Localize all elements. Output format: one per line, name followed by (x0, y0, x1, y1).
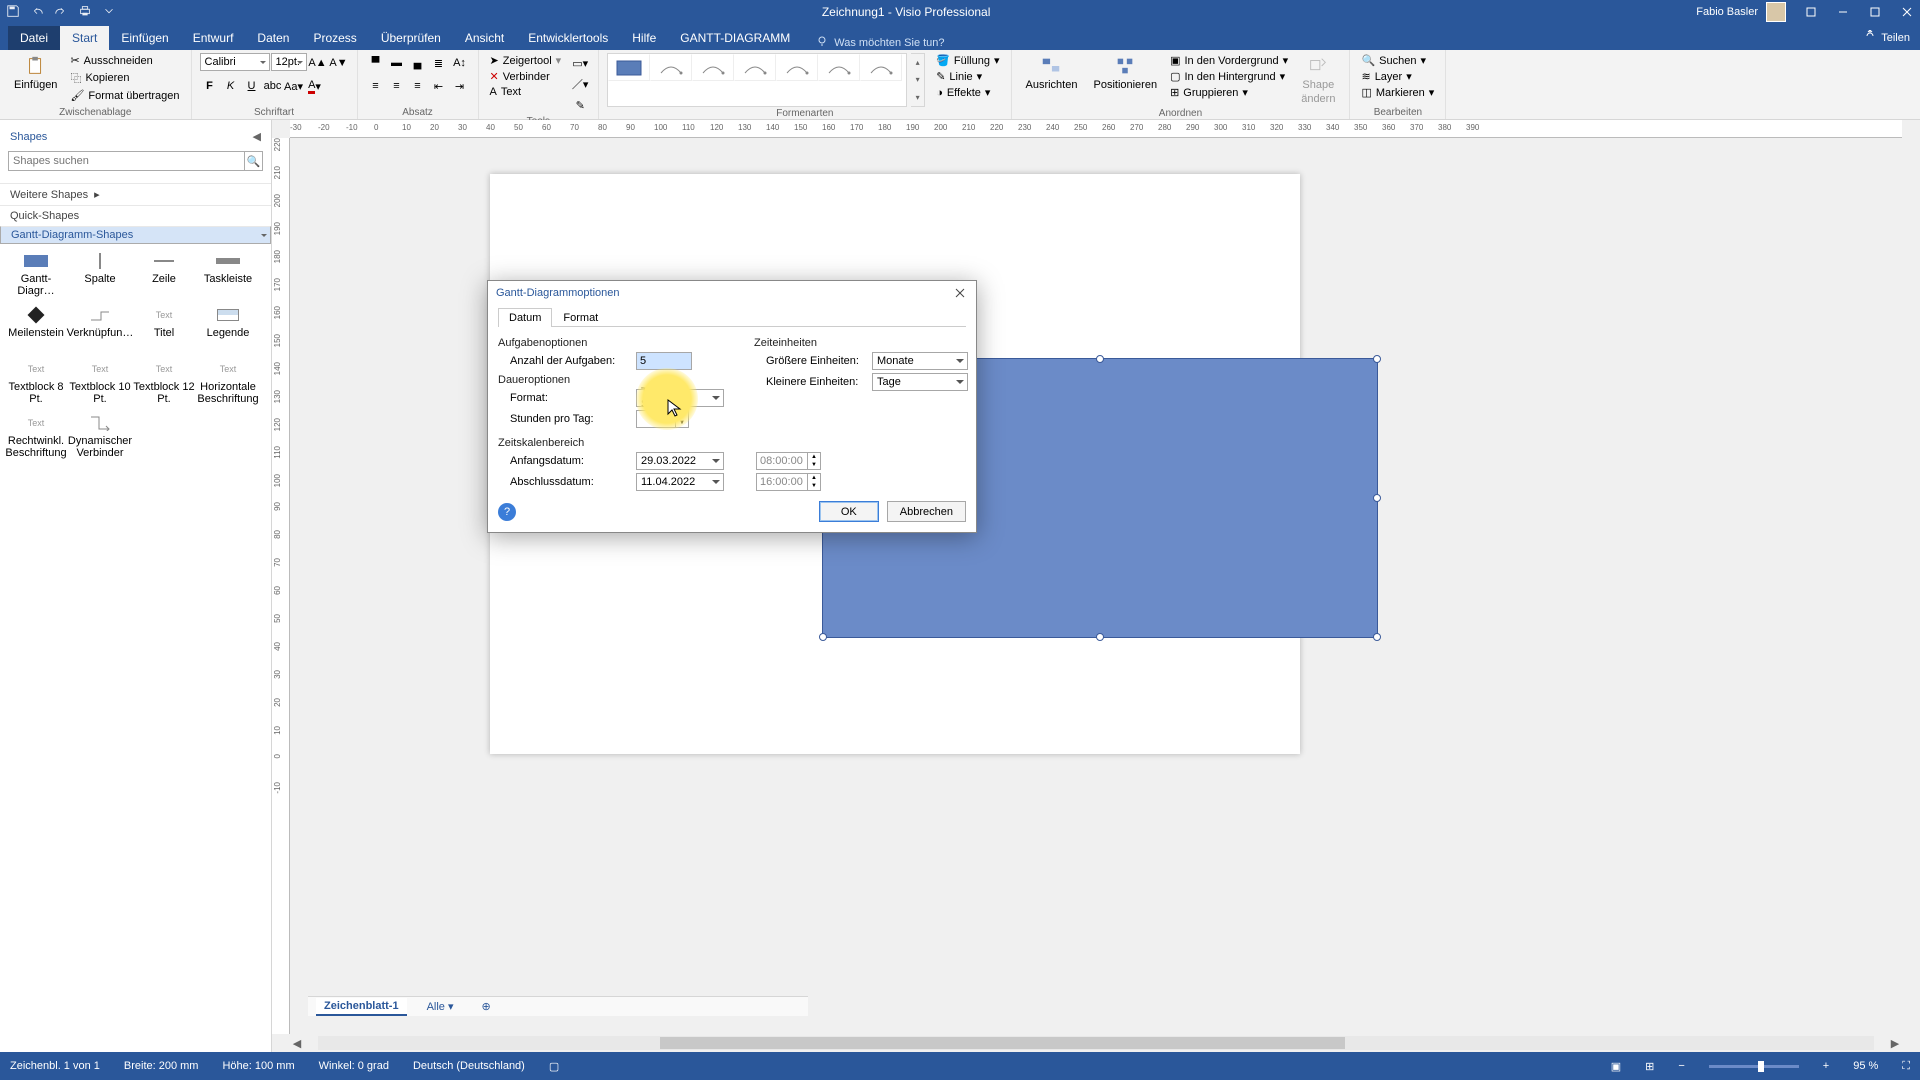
end-date-picker[interactable]: 11.04.2022 (636, 473, 724, 491)
format-label: Format: (510, 392, 630, 404)
end-time-input[interactable] (756, 473, 808, 491)
num-tasks-label: Anzahl der Aufgaben: (510, 355, 630, 367)
gantt-options-dialog: Gantt-Diagrammoptionen Datum Format Aufg… (487, 280, 977, 533)
start-date-label: Anfangsdatum: (510, 455, 630, 467)
major-units-select[interactable]: Monate (872, 352, 968, 370)
hours-per-day-label: Stunden pro Tag: (510, 413, 630, 425)
dialog-tab-format[interactable]: Format (552, 308, 609, 327)
start-time-spinner[interactable]: ▲▼ (756, 452, 821, 470)
dialog-help-button[interactable]: ? (498, 503, 516, 521)
section-time-units: Zeiteinheiten (754, 337, 968, 349)
section-duration-options: Daueroptionen (498, 374, 724, 386)
end-time-spinner[interactable]: ▲▼ (756, 473, 821, 491)
modal-overlay: Gantt-Diagrammoptionen Datum Format Aufg… (0, 0, 1920, 1080)
num-tasks-input[interactable] (636, 352, 692, 370)
dialog-title: Gantt-Diagrammoptionen (496, 287, 620, 299)
start-date-picker[interactable]: 29.03.2022 (636, 452, 724, 470)
minor-units-label: Kleinere Einheiten: (766, 376, 866, 388)
cursor-icon (666, 398, 686, 418)
section-task-options: Aufgabenoptionen (498, 337, 724, 349)
dialog-tab-datum[interactable]: Datum (498, 308, 552, 327)
minor-units-select[interactable]: Tage (872, 373, 968, 391)
cancel-button[interactable]: Abbrechen (887, 501, 966, 522)
start-time-input[interactable] (756, 452, 808, 470)
major-units-label: Größere Einheiten: (766, 355, 866, 367)
dialog-close-button[interactable] (952, 285, 968, 301)
section-time-range: Zeitskalenbereich (498, 437, 966, 449)
ok-button[interactable]: OK (819, 501, 879, 522)
end-date-label: Abschlussdatum: (510, 476, 630, 488)
